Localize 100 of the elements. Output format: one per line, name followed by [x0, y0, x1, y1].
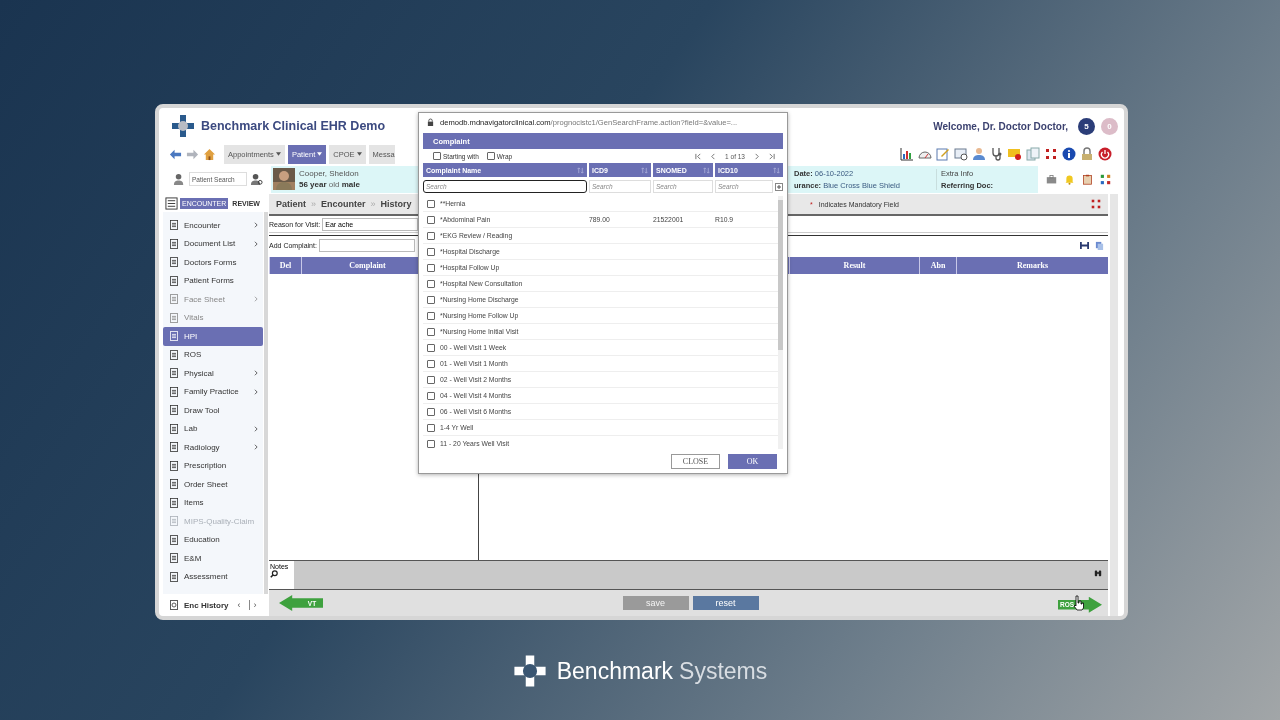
document-icon: [170, 534, 178, 545]
document-icon: [170, 571, 178, 582]
add-icon[interactable]: [775, 182, 783, 191]
sidebar-item[interactable]: Doctors Forms: [163, 253, 263, 272]
checkbox[interactable]: [427, 375, 435, 384]
sidebar-item[interactable]: Education: [163, 530, 263, 549]
sidebar-item[interactable]: Vitals: [163, 308, 263, 327]
sidebar-item[interactable]: Order Sheet: [163, 475, 263, 494]
sidebar-item[interactable]: Lab: [163, 419, 263, 438]
chevron-right-icon: [254, 240, 258, 247]
first-page-icon[interactable]: [695, 152, 703, 160]
previous-button[interactable]: ‹: [234, 600, 244, 610]
checkbox[interactable]: [427, 423, 435, 432]
document-icon: [170, 553, 178, 564]
column-header: Del: [269, 257, 301, 274]
scrollbar[interactable]: [1110, 194, 1118, 616]
checkbox[interactable]: [427, 199, 435, 208]
history-icon: [170, 600, 178, 610]
scrollbar[interactable]: [264, 212, 268, 594]
chevron-right-icon: [254, 444, 258, 451]
document-icon: [170, 349, 178, 360]
sidebar-item[interactable]: Prescription: [163, 456, 263, 475]
search-icon[interactable]: [270, 570, 278, 578]
logo-icon: [171, 114, 195, 138]
user-icon[interactable]: [972, 147, 986, 161]
expand-icon[interactable]: [1090, 198, 1102, 210]
chevron-right-icon: [254, 296, 258, 303]
document-icon: [170, 257, 178, 268]
sidebar-item[interactable]: Assessment: [163, 567, 263, 586]
sidebar-item[interactable]: HPI: [163, 327, 263, 346]
checkbox[interactable]: [427, 279, 435, 288]
checkbox[interactable]: [427, 359, 435, 368]
expand-icon[interactable]: [1044, 147, 1058, 161]
sidebar-item[interactable]: E&M: [163, 549, 263, 568]
h-icon[interactable]: [1080, 240, 1089, 250]
next-button[interactable]: ›: [249, 600, 260, 610]
document-icon: [170, 386, 178, 397]
checkbox[interactable]: [433, 152, 441, 160]
sidebar-item[interactable]: Document List: [163, 234, 263, 253]
briefcase-icon[interactable]: [1046, 173, 1057, 185]
sidebar-item[interactable]: Draw Tool: [163, 401, 263, 420]
checkbox[interactable]: [427, 439, 435, 448]
checkbox[interactable]: [427, 311, 435, 320]
back-arrow-icon[interactable]: [169, 147, 182, 161]
sidebar-item[interactable]: Items: [163, 493, 263, 512]
previous-page-icon[interactable]: [710, 152, 718, 160]
clipboard-icon[interactable]: [1082, 173, 1093, 185]
chart-icon[interactable]: [900, 147, 914, 161]
user-menu-icon[interactable]: [173, 172, 186, 186]
next-page-icon[interactable]: [753, 152, 760, 160]
breadcrumb-link[interactable]: History: [380, 199, 412, 209]
sidebar-item[interactable]: Encounter: [163, 216, 263, 235]
mail-icon[interactable]: [1008, 147, 1022, 161]
document-icon: [170, 312, 178, 323]
checkbox[interactable]: [427, 215, 435, 224]
sidebar-item[interactable]: Face Sheet: [163, 290, 263, 309]
sort-icon: [773, 166, 780, 174]
checkbox[interactable]: [427, 295, 435, 304]
checkbox[interactable]: [427, 327, 435, 336]
add-complaint-field[interactable]: [318, 238, 415, 252]
last-page-icon[interactable]: [768, 152, 775, 160]
home-icon[interactable]: [203, 147, 216, 161]
sort-icon: [641, 166, 648, 174]
checkbox[interactable]: [427, 343, 435, 352]
caret-icon: [275, 152, 281, 156]
calendar-icon[interactable]: [954, 147, 968, 161]
scrollbar[interactable]: [778, 196, 783, 449]
checkbox[interactable]: [427, 231, 435, 240]
checkbox[interactable]: [427, 407, 435, 416]
patient-summary: 56 year old male: [299, 180, 360, 189]
menu-icon[interactable]: [165, 196, 178, 210]
info-icon[interactable]: [1062, 147, 1076, 161]
breadcrumb-link[interactable]: Patient: [276, 199, 306, 209]
sidebar-item[interactable]: Radiology: [163, 438, 263, 457]
reset-button[interactable]: reset: [692, 596, 759, 610]
dialog-button[interactable]: CLOSE: [671, 453, 720, 469]
sidebar-item[interactable]: ROS: [163, 345, 263, 364]
power-icon[interactable]: [1098, 147, 1112, 161]
checkbox[interactable]: [486, 152, 495, 160]
binoculars-icon[interactable]: [1094, 569, 1102, 577]
enc-history-label: Enc History: [184, 600, 229, 610]
document-icon: [170, 479, 178, 490]
checkbox[interactable]: [427, 263, 435, 272]
stethoscope-icon[interactable]: [990, 147, 1004, 161]
user-search-icon[interactable]: [250, 172, 263, 186]
sidebar-item[interactable]: Family Practice: [163, 382, 263, 401]
document-icon: [170, 516, 178, 527]
hand-cursor-icon: [1072, 595, 1084, 612]
checkbox[interactable]: [427, 247, 435, 256]
sidebar-item[interactable]: Patient Forms: [163, 271, 263, 290]
lock-icon[interactable]: [1080, 147, 1094, 161]
breadcrumb-link[interactable]: Encounter: [321, 199, 366, 209]
network-icon[interactable]: [1100, 173, 1111, 185]
brand-name: Benchmark: [556, 657, 674, 685]
count-badge[interactable]: 5: [1078, 117, 1095, 135]
checkbox[interactable]: [427, 391, 435, 400]
dialog-button[interactable]: OK: [728, 453, 777, 469]
copy-icon[interactable]: [1095, 240, 1104, 250]
lock-icon: [427, 117, 434, 127]
sidebar-item[interactable]: Physical: [163, 364, 263, 383]
